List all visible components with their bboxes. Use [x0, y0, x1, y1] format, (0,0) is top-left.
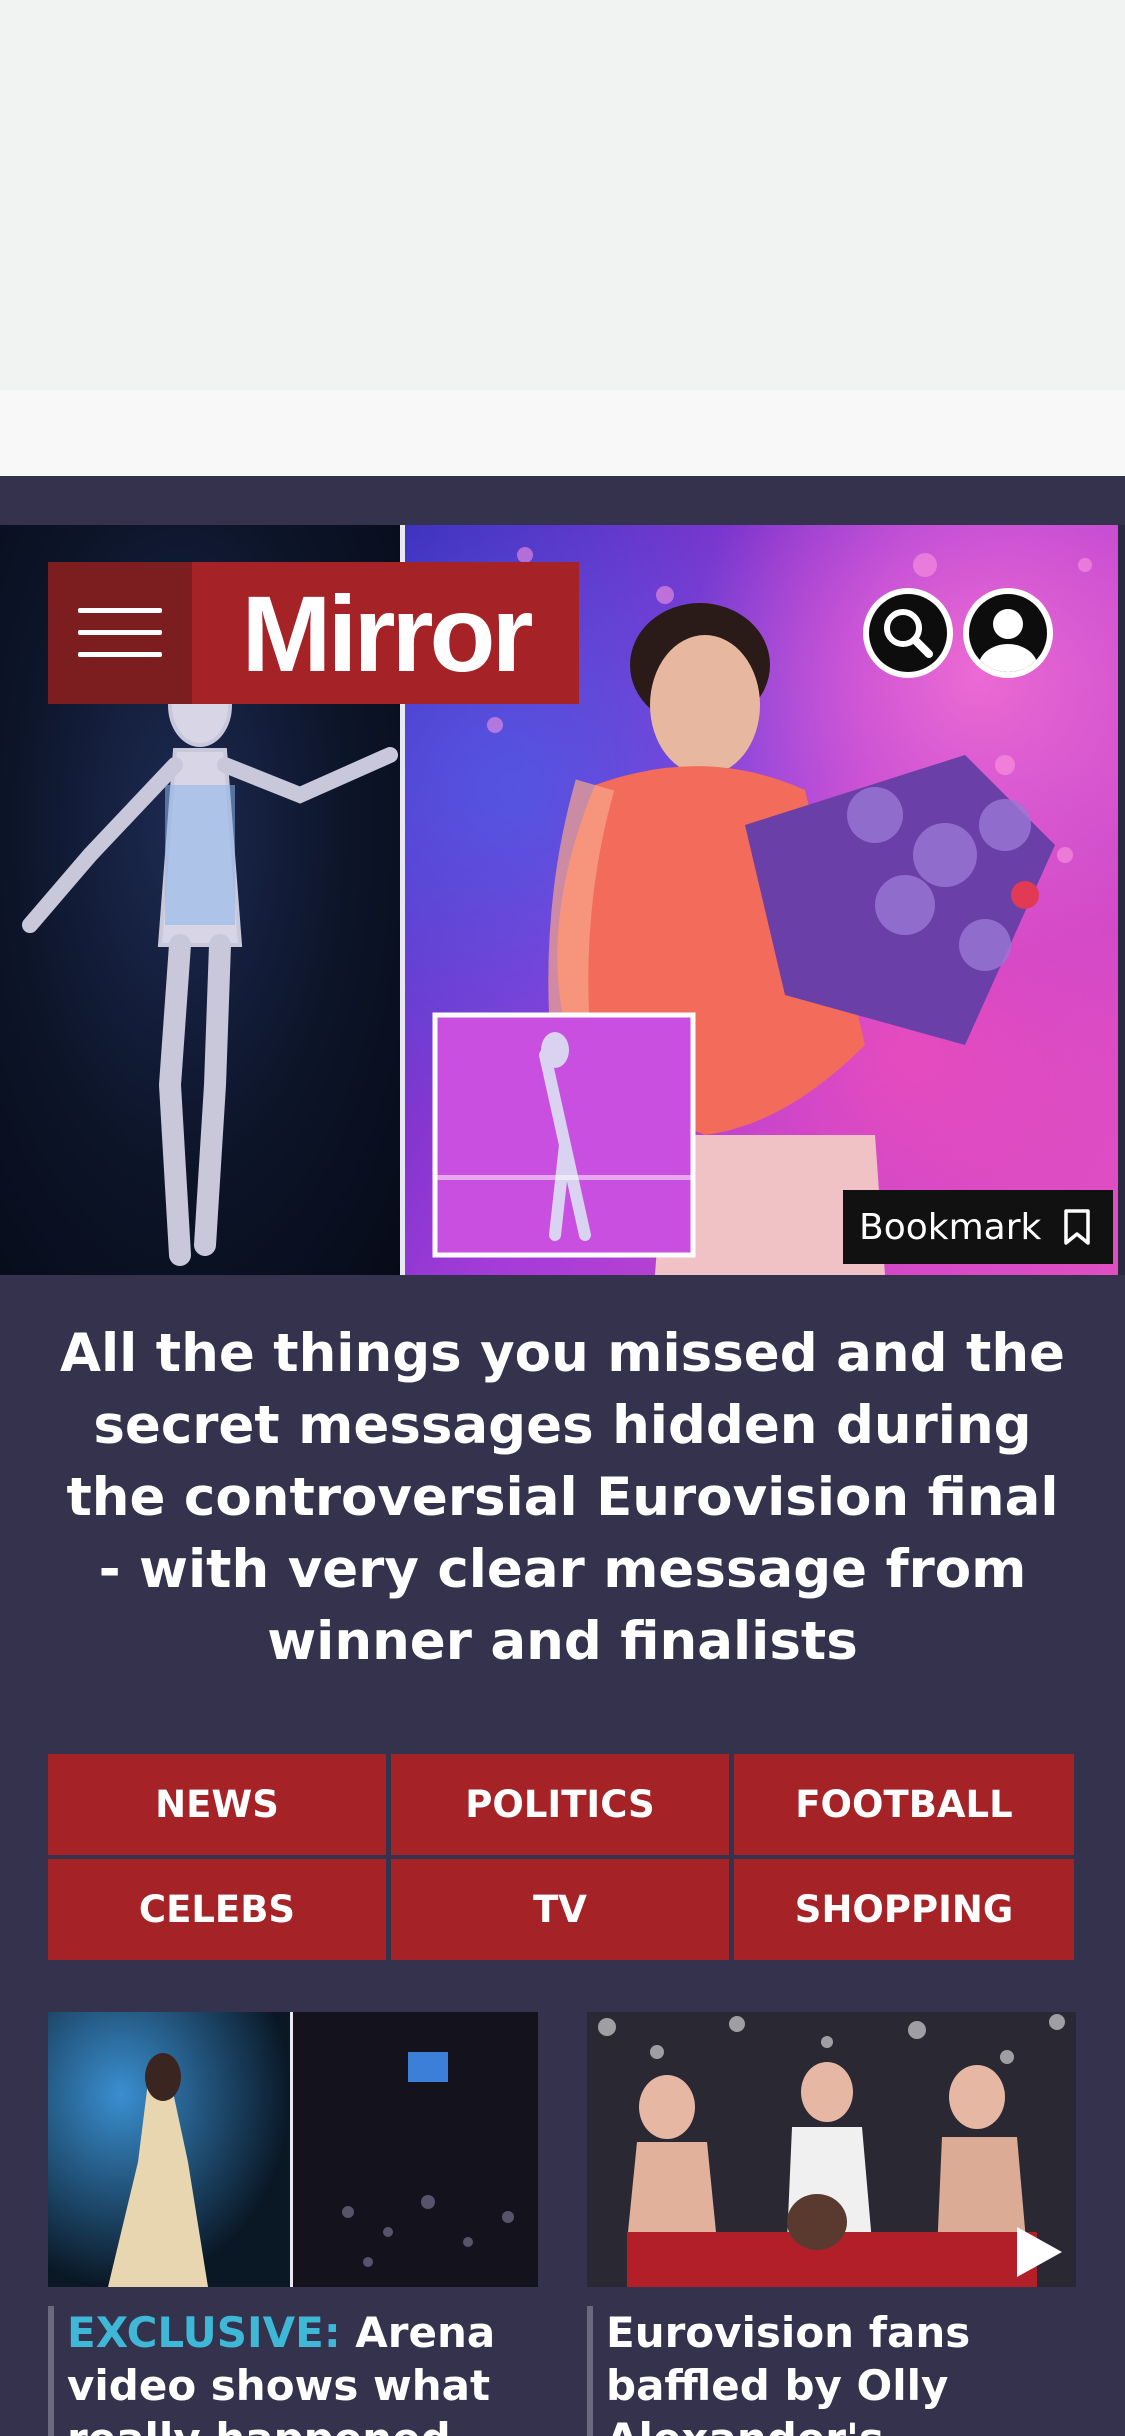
- menu-button[interactable]: [48, 562, 192, 704]
- section-nav: NEWS POLITICS FOOTBALL CELEBS TV SHOPPIN…: [48, 1754, 1074, 1960]
- hamburger-icon: [78, 608, 162, 613]
- hero-right-edge: [1118, 525, 1125, 1275]
- bookmark-button[interactable]: Bookmark: [843, 1190, 1113, 1264]
- search-button[interactable]: [863, 588, 953, 678]
- bookmark-label: Bookmark: [859, 1206, 1042, 1248]
- card-2-photo: [587, 2012, 1076, 2287]
- ad-area: [0, 0, 1125, 390]
- search-icon: [869, 594, 947, 672]
- nav-shopping[interactable]: SHOPPING: [734, 1859, 1074, 1960]
- article-card-1-title[interactable]: EXCLUSIVE: Arena video shows what really…: [48, 2306, 537, 2436]
- bookmark-icon: [1064, 1209, 1090, 1245]
- ad-spacer: [0, 390, 1125, 476]
- logo-text: Mirror: [241, 572, 533, 694]
- account-button[interactable]: [963, 588, 1053, 678]
- hamburger-icon-line: [78, 652, 162, 657]
- nav-tv[interactable]: TV: [391, 1859, 729, 1960]
- card-2-headline: Eurovision fans baffled by Olly Alexande…: [606, 2308, 971, 2436]
- exclusive-tag: EXCLUSIVE:: [67, 2308, 341, 2357]
- article-card-2-title[interactable]: Eurovision fans baffled by Olly Alexande…: [587, 2306, 1076, 2436]
- nav-news[interactable]: NEWS: [48, 1754, 386, 1855]
- hamburger-icon-line: [78, 630, 162, 635]
- card-1-photo: [48, 2012, 538, 2287]
- account-icon: [969, 594, 1047, 672]
- nav-politics[interactable]: POLITICS: [391, 1754, 729, 1855]
- article-headline[interactable]: All the things you missed and the secret…: [50, 1318, 1075, 1678]
- nav-football[interactable]: FOOTBALL: [734, 1754, 1074, 1855]
- article-card-1-image[interactable]: [48, 2012, 538, 2287]
- mirror-logo[interactable]: Mirror: [192, 562, 579, 704]
- article-card-2-image[interactable]: [587, 2012, 1076, 2287]
- nav-celebs[interactable]: CELEBS: [48, 1859, 386, 1960]
